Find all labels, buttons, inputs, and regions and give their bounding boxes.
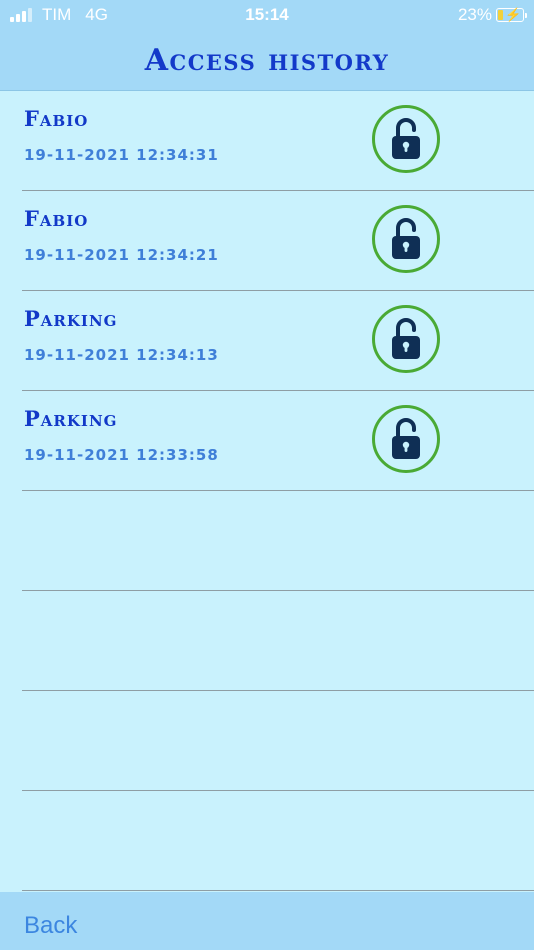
unlocked-padlock-icon [392, 118, 420, 159]
unlocked-padlock-icon [392, 318, 420, 359]
unlock-button[interactable] [372, 205, 440, 273]
unlocked-padlock-icon [392, 418, 420, 459]
entry-datetime: 19-11-2021 12:33:58 [24, 446, 219, 464]
empty-row [22, 691, 534, 791]
empty-row [22, 791, 534, 891]
entry-datetime: 19-11-2021 12:34:31 [24, 146, 219, 164]
status-bar-right: 23% ⚡ [457, 5, 527, 25]
battery-icon: ⚡ [496, 7, 527, 22]
page-title: Access history [144, 42, 390, 78]
empty-row [22, 491, 534, 591]
history-row[interactable]: Fabio 19-11-2021 12:34:31 [22, 91, 534, 191]
empty-row [22, 591, 534, 691]
battery-percent: 23% [457, 5, 492, 24]
unlock-button[interactable] [372, 105, 440, 173]
entry-name: Fabio [24, 106, 89, 131]
entry-name: Fabio [24, 206, 89, 231]
history-row[interactable]: Fabio 19-11-2021 12:34:21 [22, 191, 534, 291]
entry-name: Parking [24, 406, 118, 431]
history-row[interactable]: Parking 19-11-2021 12:34:13 [22, 291, 534, 391]
entry-datetime: 19-11-2021 12:34:13 [24, 346, 219, 364]
charging-bolt-icon: ⚡ [505, 7, 522, 22]
unlocked-padlock-icon [392, 218, 420, 259]
status-time: 15:14 [245, 5, 289, 24]
entry-datetime: 19-11-2021 12:34:21 [24, 246, 219, 264]
access-history-list: Fabio 19-11-2021 12:34:31 Fabio 19-11-20… [22, 91, 534, 891]
back-button[interactable]: Back [24, 912, 77, 940]
bottom-toolbar: Back [0, 892, 534, 950]
unlock-button[interactable] [372, 405, 440, 473]
entry-name: Parking [24, 306, 118, 331]
nav-header: Access history [0, 30, 534, 91]
battery-fill [498, 10, 503, 20]
history-row[interactable]: Parking 19-11-2021 12:33:58 [22, 391, 534, 491]
unlock-button[interactable] [372, 305, 440, 373]
status-bar: TIM 4G 15:14 23% ⚡ [0, 0, 534, 30]
